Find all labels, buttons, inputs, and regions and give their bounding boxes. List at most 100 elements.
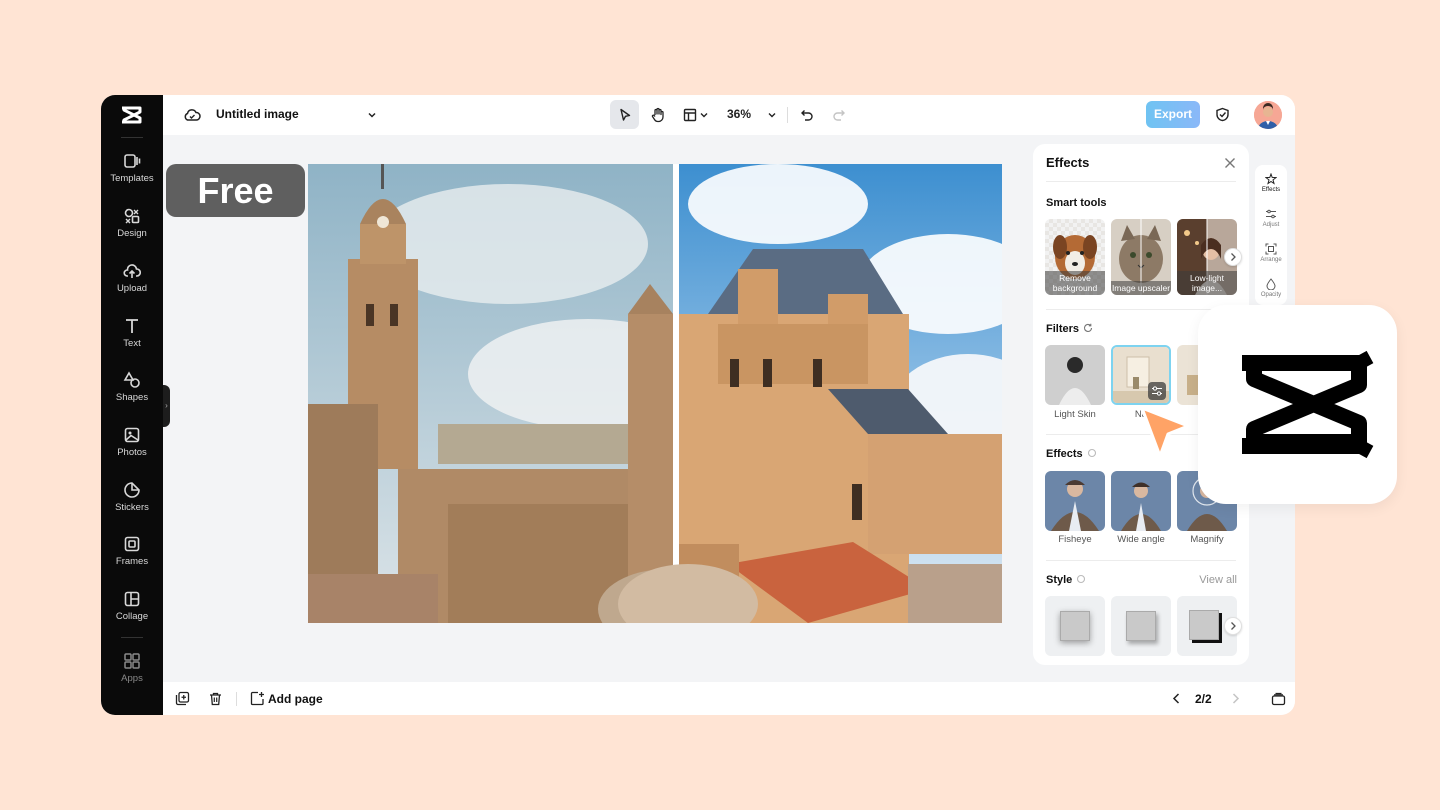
redo-icon	[833, 109, 845, 121]
tool-adjust[interactable]: Adjust	[1255, 202, 1287, 236]
panel-title: Effects	[1046, 155, 1090, 170]
tool-opacity[interactable]: Opacity	[1255, 272, 1287, 306]
sidebar-item-apps[interactable]: Apps	[101, 652, 163, 702]
style-preview	[1060, 611, 1090, 641]
sidebar-divider	[121, 137, 143, 138]
sidebar-item-design[interactable]: Design	[101, 207, 163, 257]
layout-dropdown-button[interactable]	[678, 100, 714, 129]
sidebar-item-collage[interactable]: Collage	[101, 590, 163, 640]
reset-icon[interactable]	[1083, 323, 1093, 333]
monastery-photo	[308, 164, 1002, 623]
filters-title-text: Filters	[1046, 323, 1080, 335]
sidebar-item-label: Frames	[115, 556, 149, 567]
zoom-dropdown-button[interactable]	[763, 100, 781, 129]
style-next-button[interactable]	[1224, 617, 1242, 635]
pointer-cursor-icon	[1140, 406, 1190, 458]
sidebar-item-photos[interactable]: Photos	[101, 426, 163, 476]
panel-divider	[1046, 560, 1236, 561]
sidebar-item-shapes[interactable]: Shapes	[101, 371, 163, 421]
export-button[interactable]: Export	[1146, 101, 1200, 128]
sidebar-item-label: Templates	[110, 173, 154, 184]
shapes-icon	[123, 371, 140, 388]
shield-icon	[1215, 107, 1229, 122]
select-tool-button[interactable]	[610, 100, 639, 129]
capcut-logo[interactable]	[119, 105, 145, 125]
tool-label: Arrange	[1260, 257, 1282, 263]
filter-label: Light Skin	[1054, 409, 1096, 420]
shield-button[interactable]	[1211, 100, 1233, 129]
close-icon[interactable]	[1223, 156, 1237, 170]
hand-icon	[651, 107, 664, 122]
style-option-soft-shadow[interactable]	[1045, 596, 1105, 656]
thumb-caption: Low-light image...	[1177, 271, 1237, 295]
smart-tool-remove-background[interactable]: Remove background	[1045, 219, 1105, 295]
zoom-level[interactable]: 36%	[727, 107, 751, 121]
avatar[interactable]	[1254, 101, 1282, 129]
filter-light-skin[interactable]	[1045, 345, 1105, 405]
sidebar-item-label: Design	[117, 228, 147, 239]
effect-thumbnail	[1045, 471, 1105, 531]
document-title[interactable]: Untitled image	[216, 107, 299, 121]
tool-effects[interactable]: Effects	[1255, 167, 1287, 201]
page-indicator: 2/2	[1195, 692, 1212, 706]
add-page-icon[interactable]	[250, 691, 265, 706]
effect-label: Magnify	[1190, 534, 1224, 545]
sidebar-item-stickers[interactable]: Stickers	[101, 481, 163, 531]
tool-label: Adjust	[1262, 222, 1280, 228]
stickers-icon	[124, 482, 140, 498]
sidebar-item-text[interactable]: Text	[101, 317, 163, 367]
smart-tools-next-button[interactable]	[1224, 248, 1242, 266]
sidebar-item-templates[interactable]: Templates	[101, 152, 163, 202]
effect-wide-angle[interactable]	[1111, 471, 1171, 531]
smart-tools-title: Smart tools	[1046, 197, 1107, 209]
smart-tool-image-upscaler[interactable]: Image upscaler	[1111, 219, 1171, 295]
sidebar-divider	[121, 637, 143, 638]
design-icon	[124, 208, 140, 224]
toolbar-divider	[787, 107, 788, 123]
pages-panel-icon[interactable]	[1271, 691, 1286, 706]
style-view-all[interactable]: View all	[1199, 574, 1237, 586]
reset-icon[interactable]	[1076, 574, 1086, 584]
hand-tool-button[interactable]	[643, 100, 672, 129]
sidebar-item-label: Apps	[121, 673, 143, 684]
trash-icon[interactable]	[208, 691, 223, 706]
collage-icon	[124, 591, 140, 607]
canvas-image[interactable]	[308, 164, 1002, 623]
effect-thumbnail	[1111, 471, 1171, 531]
sidebar-item-frames[interactable]: Frames	[101, 535, 163, 585]
toolbar-divider	[236, 692, 237, 706]
chevron-right-icon	[1231, 253, 1236, 261]
add-page-button[interactable]: Add page	[268, 692, 323, 706]
chevron-right-icon[interactable]	[1228, 691, 1243, 706]
tool-label: Effects	[1261, 187, 1281, 193]
text-icon	[126, 319, 138, 333]
sidebar-item-label: Upload	[116, 283, 148, 294]
undo-button[interactable]	[796, 100, 818, 129]
filter-adjust-button[interactable]	[1148, 382, 1166, 400]
sidebar-item-upload[interactable]: Upload	[101, 262, 163, 312]
top-toolbar: Untitled image 36% Export	[163, 95, 1295, 135]
filter-thumbnail	[1045, 345, 1105, 405]
redo-button[interactable]	[828, 100, 850, 129]
chevron-down-icon[interactable]	[366, 109, 378, 121]
duplicate-page-icon[interactable]	[175, 691, 190, 706]
frames-icon	[124, 536, 140, 552]
tool-arrange[interactable]: Arrange	[1255, 237, 1287, 271]
style-option-drop-shadow[interactable]	[1111, 596, 1171, 656]
left-sidebar: Templates Design Upload Text Shapes Phot…	[101, 95, 163, 715]
chevron-left-icon[interactable]	[1169, 691, 1184, 706]
effect-fisheye[interactable]	[1045, 471, 1105, 531]
apps-icon	[124, 653, 140, 669]
templates-icon	[124, 154, 141, 168]
effect-label: Wide angle	[1117, 534, 1165, 545]
undo-icon	[801, 109, 813, 121]
sidebar-collapse-handle[interactable]: ›	[163, 385, 170, 427]
thumb-caption: Remove background	[1045, 271, 1105, 295]
upload-icon	[123, 264, 141, 278]
reset-icon[interactable]	[1087, 448, 1097, 458]
arrange-icon	[1265, 243, 1277, 255]
filter-natural-selected[interactable]	[1111, 345, 1171, 405]
capcut-logo-tile	[1198, 305, 1397, 504]
cloud-sync-icon[interactable]	[183, 106, 201, 124]
chevron-down-icon	[768, 112, 776, 117]
